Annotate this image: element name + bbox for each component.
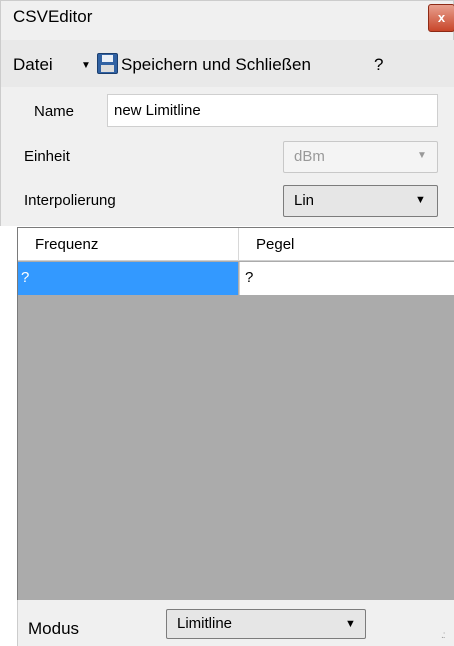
cell-level[interactable]: ? [239,262,454,295]
chevron-down-icon: ▼ [417,150,427,161]
column-header-frequency[interactable]: Frequenz [35,236,98,253]
unit-select-value: dBm [294,148,325,165]
interpolation-select[interactable]: Lin ▼ [283,185,438,217]
menu-bar: Datei ▼ Speichern und Schließen ? [0,40,454,87]
interpolation-select-value: Lin [294,192,315,209]
mode-bar: Modus Limitline ▼ .: [17,600,454,646]
chevron-down-icon: ▼ [415,194,426,206]
name-label: Name [34,103,75,120]
chevron-down-icon[interactable]: ▼ [81,60,91,71]
mode-select-value: Limitline [177,615,233,632]
close-button[interactable]: x [428,4,454,32]
unit-label: Einheit [24,148,70,165]
column-divider[interactable] [238,228,239,261]
column-header-level[interactable]: Pegel [256,236,294,253]
help-menu[interactable]: ? [374,55,383,75]
data-grid[interactable]: Frequenz Pegel ? ? [17,227,454,600]
close-icon: x [437,10,446,25]
table-row[interactable]: ? ? [18,262,454,295]
window-title: CSVEditor [13,7,93,26]
mode-label: Modus [28,619,80,638]
properties-form: Name new Limitline Einheit dBm ▼ Interpo… [0,87,454,226]
file-menu[interactable]: Datei [13,55,53,75]
name-input[interactable]: new Limitline [107,94,438,127]
unit-select[interactable]: dBm ▼ [283,141,438,173]
resize-grip-icon[interactable]: .: [441,630,445,641]
window-titlebar[interactable]: CSVEditor x [0,0,454,40]
mode-select[interactable]: Limitline ▼ [166,609,366,639]
chevron-down-icon: ▼ [345,618,356,630]
interpolation-label: Interpolierung [24,192,116,209]
cell-frequency[interactable]: ? [18,262,238,295]
save-and-close-button[interactable]: Speichern und Schließen [121,55,311,75]
grid-header: Frequenz Pegel [18,228,454,261]
floppy-disk-icon[interactable] [97,53,118,74]
